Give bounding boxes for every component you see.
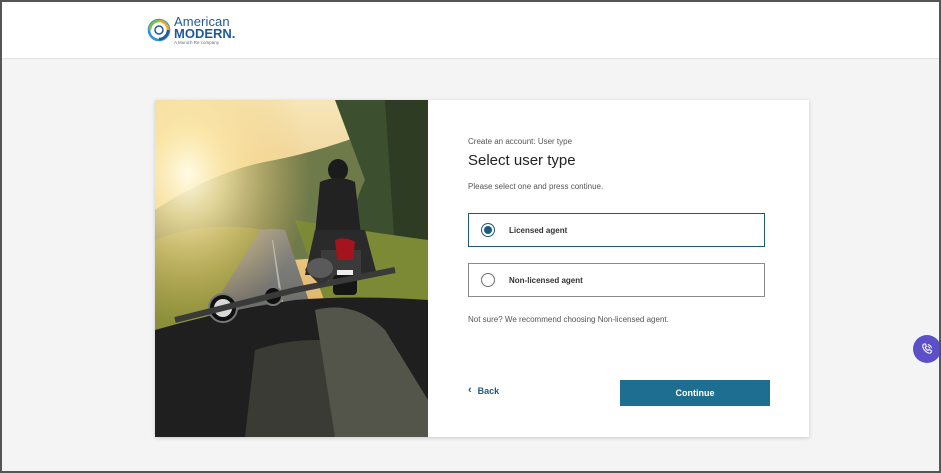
back-button[interactable]: ‹ Back	[468, 385, 499, 396]
site-header: American MODERN. A Munich Re company	[2, 2, 939, 59]
user-type-form: Create an account: User type Select user…	[428, 100, 809, 437]
phone-call-icon	[922, 343, 932, 354]
radio-non-licensed-agent[interactable]	[481, 273, 495, 287]
brand-logo[interactable]: American MODERN. A Munich Re company	[147, 15, 235, 46]
call-button[interactable]	[913, 335, 939, 363]
instructions-text: Please select one and press continue.	[468, 182, 604, 191]
option-licensed-agent[interactable]: Licensed agent	[468, 213, 765, 247]
continue-button[interactable]: Continue	[620, 380, 770, 406]
chevron-left-icon: ‹	[468, 384, 472, 396]
hero-photo	[155, 100, 428, 437]
signup-card: Create an account: User type Select user…	[155, 100, 809, 437]
option-non-licensed-agent[interactable]: Non-licensed agent	[468, 263, 765, 297]
brand-tagline: A Munich Re company	[174, 40, 220, 45]
radio-selected-dot	[484, 226, 492, 234]
american-modern-logo-icon	[147, 18, 171, 42]
option-label: Licensed agent	[509, 225, 568, 235]
brand-name-bottom: MODERN.	[174, 26, 236, 41]
browser-viewport: American MODERN. A Munich Re company Cre…	[0, 0, 941, 473]
breadcrumb: Create an account: User type	[468, 137, 573, 146]
recommendation-note: Not sure? We recommend choosing Non-lice…	[468, 315, 669, 324]
page-title: Select user type	[468, 152, 576, 169]
option-label: Non-licensed agent	[509, 275, 583, 285]
radio-licensed-agent[interactable]	[481, 223, 495, 237]
back-label: Back	[477, 385, 500, 396]
